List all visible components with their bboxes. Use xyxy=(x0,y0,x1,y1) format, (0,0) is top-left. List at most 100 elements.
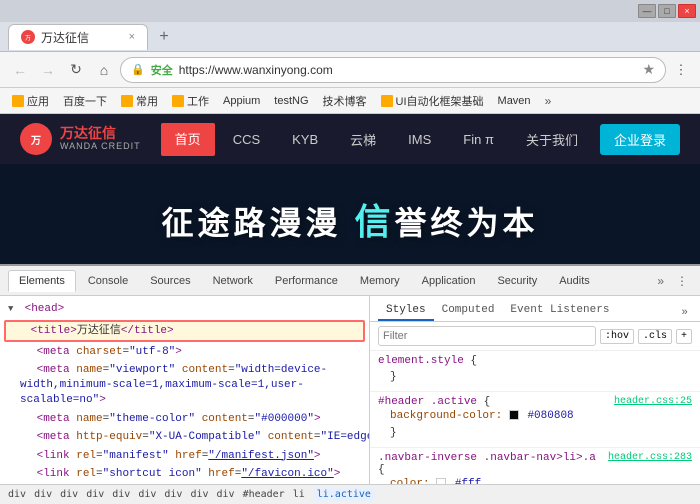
dom-line-link-manifest[interactable]: <link rel="manifest" href="/manifest.jso… xyxy=(0,447,369,466)
rule-header: header.css:283 .navbar-inverse .navbar-n… xyxy=(378,452,692,476)
extensions-button[interactable]: ⋮ xyxy=(670,59,692,81)
bookmark-ui-auto[interactable]: UI自动化框架基础 xyxy=(377,91,488,111)
dom-breadcrumb: div div div div div div div div div #hea… xyxy=(0,484,700,504)
tab-close-button[interactable]: × xyxy=(129,31,135,43)
attr-name2: content xyxy=(182,364,228,376)
maximize-button[interactable]: □ xyxy=(658,4,676,18)
bookmark-testng[interactable]: testNG xyxy=(270,93,312,109)
wanda-logo: 万 万达征信 WANDA CREDIT xyxy=(20,123,141,155)
breadcrumb-item[interactable]: div xyxy=(112,489,130,500)
nav-item-home[interactable]: 首页 xyxy=(161,123,215,156)
breadcrumb-item[interactable]: li xyxy=(293,489,305,500)
devtools-settings-icon[interactable]: ⋮ xyxy=(672,272,692,290)
styles-more-icon[interactable]: » xyxy=(677,305,692,321)
back-button[interactable]: ← xyxy=(8,58,32,82)
nav-item-ims[interactable]: IMS xyxy=(394,126,445,153)
bookmark-label: 百度一下 xyxy=(63,93,107,109)
devtools-more-icon[interactable]: » xyxy=(653,272,668,290)
bookmark-appium[interactable]: Appium xyxy=(219,93,264,109)
devtools-tab-application[interactable]: Application xyxy=(412,271,486,291)
bookmark-star-button[interactable]: ★ xyxy=(642,61,655,78)
tag-name: meta xyxy=(43,346,69,358)
nav-item-fin[interactable]: Fin π xyxy=(449,126,508,153)
forward-button[interactable]: → xyxy=(36,58,60,82)
dom-line-meta-viewport[interactable]: <meta name="viewport" content="width=dev… xyxy=(0,362,369,410)
hov-button[interactable]: :hov xyxy=(600,329,634,344)
computed-tab[interactable]: Computed xyxy=(434,301,503,321)
devtools-tab-memory[interactable]: Memory xyxy=(350,271,410,291)
attr-name: name xyxy=(76,364,102,376)
attr-val: "utf-8" xyxy=(129,346,175,358)
bookmark-maven[interactable]: Maven xyxy=(494,93,535,109)
attr-rel: rel xyxy=(76,468,96,480)
bookmarks-more-button[interactable]: » xyxy=(541,92,556,110)
styles-tab[interactable]: Styles xyxy=(378,301,434,321)
bookmark-label: testNG xyxy=(274,95,308,107)
dom-line-meta-charset[interactable]: <meta charset="utf-8"> xyxy=(0,343,369,362)
nav-item-ladder[interactable]: 云梯 xyxy=(336,124,390,155)
rule-source-link[interactable]: header.css:25 xyxy=(614,396,692,407)
tag-end: > xyxy=(99,394,106,406)
attr-href-val[interactable]: "/manifest.json" xyxy=(208,450,314,462)
address-bar[interactable]: 🔒 安全 https://www.wanxinyong.com ★ xyxy=(120,57,666,83)
rule-source-link[interactable]: header.css:283 xyxy=(608,452,692,463)
event-listeners-tab[interactable]: Event Listeners xyxy=(502,301,617,321)
login-button[interactable]: 企业登录 xyxy=(600,124,680,155)
bookmark-baidu[interactable]: 百度一下 xyxy=(59,91,111,111)
attr-href-val[interactable]: "/favicon.ico" xyxy=(241,468,333,480)
tag-end: > xyxy=(314,450,321,462)
styles-filter-input[interactable] xyxy=(378,326,596,346)
dom-line-meta-theme[interactable]: <meta name="theme-color" content="#00000… xyxy=(0,410,369,429)
breadcrumb-item[interactable]: div xyxy=(34,489,52,500)
bookmark-techblog[interactable]: 技术博客 xyxy=(319,91,371,111)
add-rule-button[interactable]: + xyxy=(676,329,692,344)
bookmark-label: 常用 xyxy=(136,93,158,109)
devtools-tab-audits[interactable]: Audits xyxy=(549,271,600,291)
tag-end: > xyxy=(334,468,341,480)
breadcrumb-item[interactable]: div xyxy=(8,489,26,500)
tab-favicon xyxy=(21,30,35,44)
rule-selector: element.style { xyxy=(378,355,692,367)
minimize-button[interactable]: — xyxy=(638,4,656,18)
dom-line-head[interactable]: <head> xyxy=(0,300,369,319)
cls-button[interactable]: .cls xyxy=(638,329,672,344)
dom-line-meta-compat[interactable]: <meta http-equiv="X-UA-Compatible" conte… xyxy=(0,428,369,447)
tab-label: 万达征信 xyxy=(41,29,89,46)
devtools-tab-network[interactable]: Network xyxy=(203,271,263,291)
close-window-button[interactable]: × xyxy=(678,4,696,18)
bookmark-label: Appium xyxy=(223,95,260,107)
breadcrumb-item-active[interactable]: li.active xyxy=(313,488,375,501)
tag-text: <head> xyxy=(25,303,65,315)
bookmark-work[interactable]: 工作 xyxy=(168,91,213,111)
breadcrumb-item[interactable]: div xyxy=(164,489,182,500)
breadcrumb-header[interactable]: #header xyxy=(243,489,285,500)
breadcrumb-item[interactable]: div xyxy=(217,489,235,500)
reload-button[interactable]: ↻ xyxy=(64,58,88,82)
active-tab[interactable]: 万达征信 × xyxy=(8,24,148,50)
new-tab-button[interactable]: + xyxy=(152,25,176,49)
breadcrumb-item[interactable]: div xyxy=(60,489,78,500)
nav-item-about[interactable]: 关于我们 xyxy=(512,124,592,155)
devtools-tab-performance[interactable]: Performance xyxy=(265,271,348,291)
tab-bar: 万达征信 × + xyxy=(0,22,700,52)
home-button[interactable]: ⌂ xyxy=(92,58,116,82)
logo-icon-text: 万 xyxy=(31,132,41,147)
breadcrumb-item[interactable]: div xyxy=(190,489,208,500)
devtools-tab-console[interactable]: Console xyxy=(78,271,138,291)
toolbar-actions: ⋮ xyxy=(670,59,692,81)
dom-line-title[interactable]: <title>万达征信</title> xyxy=(4,320,365,343)
devtools-tab-elements[interactable]: Elements xyxy=(8,270,76,292)
dom-line-link-icon[interactable]: <link rel="shortcut icon" href="/favicon… xyxy=(0,465,369,484)
bookmark-common[interactable]: 常用 xyxy=(117,91,162,111)
rule-selector: #header .active { xyxy=(378,396,490,408)
devtools-tab-security[interactable]: Security xyxy=(487,271,547,291)
color-swatch[interactable] xyxy=(509,410,519,420)
bookmark-apps[interactable]: 应用 xyxy=(8,91,53,111)
nav-item-ccs[interactable]: CCS xyxy=(219,126,274,153)
devtools-tab-sources[interactable]: Sources xyxy=(140,271,200,291)
nav-item-kyb[interactable]: KYB xyxy=(278,126,332,153)
attr-rel: rel xyxy=(76,450,96,462)
breadcrumb-item[interactable]: div xyxy=(86,489,104,500)
tag-link: <link xyxy=(37,468,70,480)
breadcrumb-item[interactable]: div xyxy=(138,489,156,500)
